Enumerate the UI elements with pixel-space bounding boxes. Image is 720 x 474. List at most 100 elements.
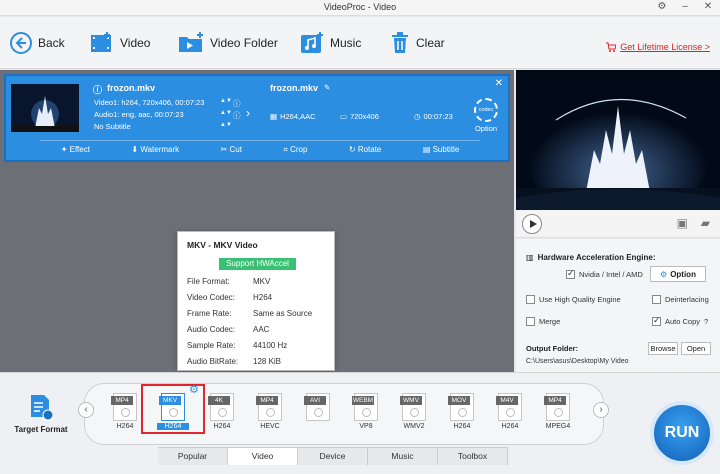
video-track-select-icon[interactable]: ▲▼: [220, 98, 232, 104]
film-icon: ▦: [270, 112, 278, 121]
settings-icon[interactable]: ⚙: [656, 1, 668, 12]
effect-button[interactable]: ✦ Effect: [61, 145, 90, 154]
target-format-button[interactable]: Target Format: [10, 395, 72, 434]
output-duration: ◷ 00:07:23: [414, 112, 453, 121]
watermark-button[interactable]: ⬇ Watermark: [131, 145, 179, 154]
help-icon[interactable]: ?: [704, 317, 708, 326]
crop-button[interactable]: ⌗ Crop: [283, 145, 307, 155]
checkbox[interactable]: [526, 317, 535, 326]
video-thumbnail[interactable]: [11, 84, 79, 132]
title-bar: VideoProc - Video ⚙ – ✕: [0, 0, 720, 16]
run-button[interactable]: RUN: [650, 401, 714, 465]
input-filename: frozon.mkv: [107, 83, 156, 93]
output-resolution: ▭ 720x406: [340, 112, 379, 121]
rename-icon[interactable]: ✎: [324, 83, 330, 92]
clear-button[interactable]: Clear: [390, 29, 445, 57]
format-item[interactable]: MOV H264: [446, 393, 478, 433]
merge-checkbox[interactable]: Merge: [526, 317, 560, 326]
cut-button[interactable]: ✂ Cut: [221, 145, 242, 154]
tab-video[interactable]: Video: [228, 448, 298, 465]
toolbar: Back Video Video Folder Music Clear Get …: [0, 17, 720, 69]
preview-controls: ▣ ▰: [516, 210, 720, 238]
format-item[interactable]: M4V H264: [494, 393, 526, 433]
checkbox[interactable]: [526, 295, 535, 304]
nvidia-checkbox[interactable]: Nvidia / Intel / AMD: [566, 268, 643, 279]
deinterlacing-checkbox[interactable]: Deinterlacing: [652, 295, 709, 304]
popup-row: Audio Codec: AAC: [187, 325, 270, 334]
resolution-icon: ▭: [340, 112, 348, 121]
target-format-icon: [29, 395, 54, 421]
audio-info-icon[interactable]: ⓘ: [233, 110, 241, 121]
task-item[interactable]: ✕ ⓘ frozon.mkv Video1: h264, 720x406, 00…: [4, 74, 510, 162]
checkbox[interactable]: [652, 315, 661, 326]
auto-copy-checkbox[interactable]: Auto Copy ?: [652, 315, 708, 326]
tab-popular[interactable]: Popular: [158, 448, 228, 465]
info-icon[interactable]: ⓘ: [93, 83, 102, 96]
format-item[interactable]: MP4 MPEG4: [542, 393, 574, 433]
hw-accel-title: ▥ Hardware Acceleration Engine:: [526, 253, 656, 262]
format-item[interactable]: MP4 HEVC: [254, 393, 286, 433]
checkbox[interactable]: [566, 268, 575, 279]
format-settings-gear-icon[interactable]: ⚙: [189, 383, 199, 396]
add-video-folder-button[interactable]: Video Folder: [178, 29, 278, 57]
popup-row: Frame Rate: Same as Source: [187, 309, 313, 318]
folder-icon: [179, 32, 203, 52]
video-icon: [91, 32, 111, 52]
format-item[interactable]: AVI: [302, 393, 334, 433]
open-button[interactable]: Open: [681, 342, 711, 355]
play-button[interactable]: [522, 214, 542, 234]
lifetime-license-link[interactable]: Get Lifetime License >: [606, 42, 710, 52]
minimize-icon[interactable]: –: [679, 1, 691, 12]
format-item[interactable]: WMV WMV2: [398, 393, 430, 433]
tab-toolbox[interactable]: Toolbox: [438, 448, 508, 465]
video-info-icon[interactable]: ⓘ: [233, 98, 241, 109]
clock-icon: ◷: [414, 112, 421, 121]
output-path[interactable]: C:\Users\asus\Desktop\My Video: [526, 358, 629, 365]
codec-gear-icon: codec: [474, 98, 498, 122]
popup-row: File Format: MKV: [187, 277, 271, 286]
format-item[interactable]: MP4 H264: [109, 393, 141, 433]
settings-panel: ▥ Hardware Acceleration Engine: Nvidia /…: [516, 239, 720, 372]
checkbox[interactable]: [652, 295, 661, 304]
window-title: VideoProc - Video: [323, 2, 397, 12]
trash-icon: [392, 32, 408, 53]
subtitle-select-icon[interactable]: ▲▼: [220, 122, 232, 128]
browse-button[interactable]: Browse: [648, 342, 678, 355]
chip-icon: ▥: [526, 253, 534, 262]
remove-task-icon[interactable]: ✕: [495, 78, 503, 89]
cart-icon: [606, 42, 617, 52]
rotate-button[interactable]: ↻ Rotate: [349, 145, 382, 154]
codec-option-button[interactable]: codec Option: [472, 98, 500, 133]
popup-row: Audio BitRate: 128 KiB: [187, 357, 282, 366]
hwaccel-badge: Support HWAccel: [219, 258, 296, 270]
add-video-button[interactable]: Video: [90, 29, 150, 57]
add-music-button[interactable]: Music: [300, 29, 361, 57]
popup-title: MKV - MKV Video: [187, 240, 258, 250]
arrow-right-icon: ›: [246, 106, 250, 120]
open-folder-icon[interactable]: ▰: [701, 216, 710, 230]
tab-device[interactable]: Device: [298, 448, 368, 465]
format-item[interactable]: WEBM VP8: [350, 393, 382, 433]
high-quality-checkbox[interactable]: Use High Quality Engine: [526, 295, 621, 304]
tab-music[interactable]: Music: [368, 448, 438, 465]
close-icon[interactable]: ✕: [702, 1, 714, 12]
gear-icon: ⚙: [660, 269, 668, 279]
format-item[interactable]: 4K H264: [206, 393, 238, 433]
back-icon: [10, 32, 32, 54]
back-button[interactable]: Back: [10, 29, 65, 57]
prev-format-button[interactable]: ‹: [78, 402, 94, 418]
output-folder-label: Output Folder:: [526, 344, 579, 353]
subtitle-button[interactable]: ▤ Subtitle: [423, 145, 459, 154]
subtitle-info: No Subtitle: [94, 122, 131, 131]
video-preview: [516, 70, 720, 210]
popup-row: Sample Rate: 44100 Hz: [187, 341, 288, 350]
output-filename: frozon.mkv: [270, 83, 319, 93]
hw-option-button[interactable]: ⚙ Option: [650, 266, 706, 282]
format-category-tabs: Popular Video Device Music Toolbox: [158, 447, 508, 465]
music-icon: [301, 32, 323, 53]
next-format-button[interactable]: ›: [593, 402, 609, 418]
output-codec: ▦ H264,AAC: [270, 112, 316, 121]
snapshot-icon[interactable]: ▣: [677, 216, 688, 230]
audio-track-select-icon[interactable]: ▲▼: [220, 110, 232, 116]
edit-toolbar: ✦ Effect ⬇ Watermark ✂ Cut ⌗ Crop ↻ Rota…: [40, 140, 480, 158]
